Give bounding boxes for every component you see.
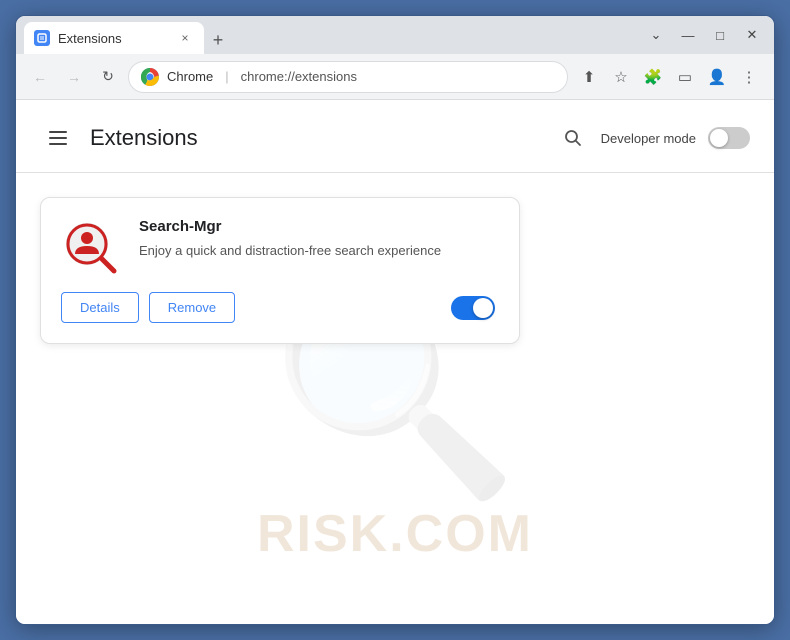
developer-mode-label: Developer mode (601, 131, 696, 146)
watermark-text: RISK.COM (257, 504, 533, 564)
page-content: Extensions Developer mode 🔍 RISK.COM (16, 100, 774, 624)
remove-button[interactable]: Remove (149, 292, 235, 323)
browser-window: Extensions × + ⌄ — □ ✕ ← → ↻ (15, 15, 775, 625)
toolbar-icons: ⬆ ☆ 🧩 ▭ 👤 ⋮ (574, 62, 764, 92)
extension-info: Search-Mgr Enjoy a quick and distraction… (139, 218, 495, 261)
url-bar[interactable]: Chrome | chrome://extensions (128, 61, 568, 93)
extension-description: Enjoy a quick and distraction-free searc… (139, 241, 495, 261)
tab-favicon (34, 30, 50, 46)
chrome-logo-icon (141, 68, 159, 86)
sidebar-icon[interactable]: ▭ (670, 62, 700, 92)
tab-title: Extensions (58, 31, 122, 46)
forward-button[interactable]: → (60, 63, 88, 91)
back-button[interactable]: ← (26, 63, 54, 91)
hamburger-icon (49, 131, 67, 145)
search-button[interactable] (557, 122, 589, 154)
details-button[interactable]: Details (61, 292, 139, 323)
page-title: Extensions (90, 125, 557, 151)
chevron-down-icon[interactable]: ⌄ (642, 21, 670, 49)
menu-button[interactable] (40, 120, 76, 156)
extensions-list: Search-Mgr Enjoy a quick and distraction… (16, 173, 774, 368)
title-bar: Extensions × + ⌄ — □ ✕ (16, 16, 774, 54)
extension-name: Search-Mgr (139, 218, 495, 235)
toggle-knob (710, 129, 728, 147)
new-tab-button[interactable]: + (204, 26, 232, 54)
url-separator: | (225, 69, 228, 84)
bookmark-icon[interactable]: ☆ (606, 62, 636, 92)
tab-close-button[interactable]: × (176, 29, 194, 47)
profile-icon[interactable]: 👤 (702, 62, 732, 92)
extension-card: Search-Mgr Enjoy a quick and distraction… (40, 197, 520, 344)
toggle-on-knob (473, 298, 493, 318)
menu-icon[interactable]: ⋮ (734, 62, 764, 92)
address-bar: ← → ↻ Chrome | chrome://extensions ⬆ ☆ (16, 54, 774, 100)
page-header: Extensions Developer mode (16, 100, 774, 173)
active-tab[interactable]: Extensions × (24, 22, 204, 54)
share-icon[interactable]: ⬆ (574, 62, 604, 92)
close-button[interactable]: ✕ (738, 21, 766, 49)
tab-area: Extensions × + (24, 16, 628, 54)
developer-mode-toggle[interactable] (708, 127, 750, 149)
extension-icon (61, 218, 121, 278)
card-bottom: Details Remove (61, 292, 495, 323)
maximize-button[interactable]: □ (706, 21, 734, 49)
reload-button[interactable]: ↻ (94, 63, 122, 91)
card-top: Search-Mgr Enjoy a quick and distraction… (61, 218, 495, 278)
header-actions: Developer mode (557, 122, 750, 154)
url-brand: Chrome (167, 69, 213, 84)
window-controls: ⌄ — □ ✕ (642, 21, 766, 49)
minimize-button[interactable]: — (674, 21, 702, 49)
extensions-icon[interactable]: 🧩 (638, 62, 668, 92)
url-path: chrome://extensions (241, 69, 357, 84)
extension-enabled-toggle[interactable] (451, 296, 495, 320)
